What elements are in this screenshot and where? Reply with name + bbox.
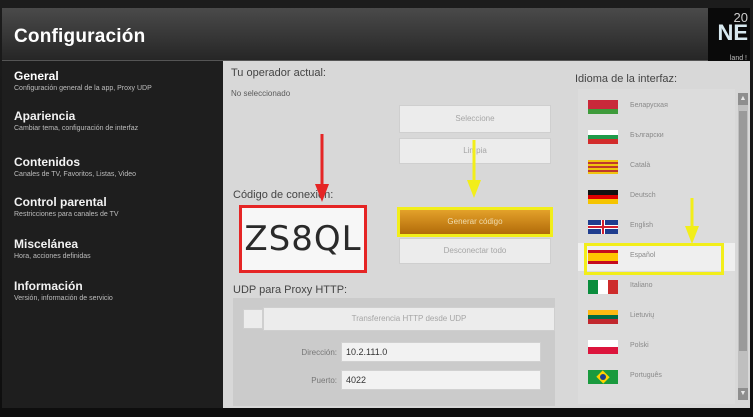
language-item-pt[interactable]: Português xyxy=(578,363,735,391)
generate-code-button[interactable]: Generar código xyxy=(397,207,553,237)
udp-heading: UDP para Proxy HTTP: xyxy=(233,284,348,296)
sidebar-item-sub: Cambiar tema, configuración de interfaz xyxy=(14,125,139,132)
sidebar-item-label: Miscelánea xyxy=(14,237,79,251)
flag-bg-icon xyxy=(588,130,618,144)
language-name: Беларуская xyxy=(630,102,668,109)
language-item-lt[interactable]: Lietuvių xyxy=(578,303,735,331)
title-bar: Configuración xyxy=(2,8,750,61)
logo-word: NE xyxy=(717,20,748,45)
language-name: English xyxy=(630,222,653,229)
settings-content: Tu operador actual: No seleccionado Sele… xyxy=(223,61,750,408)
red-arrow-icon xyxy=(315,134,329,202)
channel-logo: 20 NE land ! xyxy=(708,8,750,68)
sidebar-item-label: Información xyxy=(14,279,83,293)
language-item-bg[interactable]: Български xyxy=(578,123,735,151)
port-field[interactable]: 4022 xyxy=(341,370,541,390)
udp-toggle-label[interactable]: Transferencia HTTP desde UDP xyxy=(263,307,555,331)
sidebar-item-sub: Hora, acciones definidas xyxy=(14,253,91,260)
language-name: Български xyxy=(630,132,664,139)
flag-by-icon xyxy=(588,100,618,114)
language-name: Português xyxy=(630,372,662,379)
disconnect-all-button[interactable]: Desconectar todo xyxy=(399,238,551,264)
language-item-en[interactable]: English xyxy=(578,213,735,241)
sidebar-item-general[interactable]: General Configuración general de la app,… xyxy=(14,69,224,92)
yellow-arrow-icon xyxy=(685,198,699,244)
language-item-de[interactable]: Deutsch xyxy=(578,183,735,211)
sidebar-item-control-parental[interactable]: Control parental Restricciones para cana… xyxy=(14,195,224,218)
operator-heading: Tu operador actual: xyxy=(231,67,326,79)
flag-lt-icon xyxy=(588,310,618,324)
sidebar-item-label: Control parental xyxy=(14,195,107,209)
address-label: Dirección: xyxy=(301,348,337,357)
sidebar-item-miscelanea[interactable]: Miscelánea Hora, acciones definidas xyxy=(14,237,224,260)
flag-gb-icon xyxy=(588,220,618,234)
select-operator-button[interactable]: Seleccione xyxy=(399,105,551,133)
language-heading: Idioma de la interfaz: xyxy=(575,73,678,85)
language-name: Català xyxy=(630,162,651,169)
language-name: Deutsch xyxy=(630,192,656,199)
sidebar-item-sub: Restricciones para canales de TV xyxy=(14,211,119,218)
window-title: Configuración xyxy=(14,26,146,47)
connection-code-display: ZS8QL xyxy=(239,205,367,273)
tv-bezel: Configuración 20 NE land ! General Confi… xyxy=(0,0,753,417)
language-scrollbar[interactable]: ▲ ▼ xyxy=(738,93,748,400)
language-name: Polski xyxy=(630,342,649,349)
settings-sidebar: General Configuración general de la app,… xyxy=(2,61,224,408)
flag-it-icon xyxy=(588,280,618,294)
flag-de-icon xyxy=(588,190,618,204)
flag-pl-icon xyxy=(588,340,618,354)
language-item-pl[interactable]: Polski xyxy=(578,333,735,361)
sidebar-item-sub: Canales de TV, Favoritos, Listas, Video xyxy=(14,171,137,178)
language-name: Lietuvių xyxy=(630,312,655,319)
language-item-it[interactable]: Italiano xyxy=(578,273,735,301)
udp-toggle-checkbox[interactable] xyxy=(243,309,263,329)
address-field[interactable]: 10.2.111.0 xyxy=(341,342,541,362)
language-item-ca[interactable]: Català xyxy=(578,153,735,181)
sidebar-item-informacion[interactable]: Información Versión, información de serv… xyxy=(14,279,224,302)
flag-br-icon xyxy=(588,370,618,384)
sidebar-item-contenidos[interactable]: Contenidos Canales de TV, Favoritos, Lis… xyxy=(14,155,224,178)
app-screen: Configuración 20 NE land ! General Confi… xyxy=(2,8,750,408)
flag-ca-icon xyxy=(588,160,618,174)
sidebar-item-sub: Versión, información de servicio xyxy=(14,295,113,302)
language-selection-highlight xyxy=(584,243,724,275)
scroll-down-icon[interactable]: ▼ xyxy=(738,388,748,400)
sidebar-item-label: Apariencia xyxy=(14,109,76,123)
language-item-be[interactable]: Беларуская xyxy=(578,93,735,121)
yellow-arrow-icon xyxy=(467,140,481,198)
udp-panel: Transferencia HTTP desde UDP Dirección: … xyxy=(233,298,555,406)
sidebar-item-label: Contenidos xyxy=(14,155,80,169)
language-name: Italiano xyxy=(630,282,653,289)
connection-code: ZS8QL xyxy=(244,219,362,259)
scroll-thumb[interactable] xyxy=(739,111,747,351)
port-label: Puerto: xyxy=(311,376,337,385)
sidebar-item-sub: Configuración general de la app, Proxy U… xyxy=(14,85,152,92)
scroll-up-icon[interactable]: ▲ xyxy=(738,93,748,105)
sidebar-item-label: General xyxy=(14,69,59,83)
operator-value: No seleccionado xyxy=(231,89,291,98)
sidebar-item-apariencia[interactable]: Apariencia Cambiar tema, configuración d… xyxy=(14,109,224,132)
